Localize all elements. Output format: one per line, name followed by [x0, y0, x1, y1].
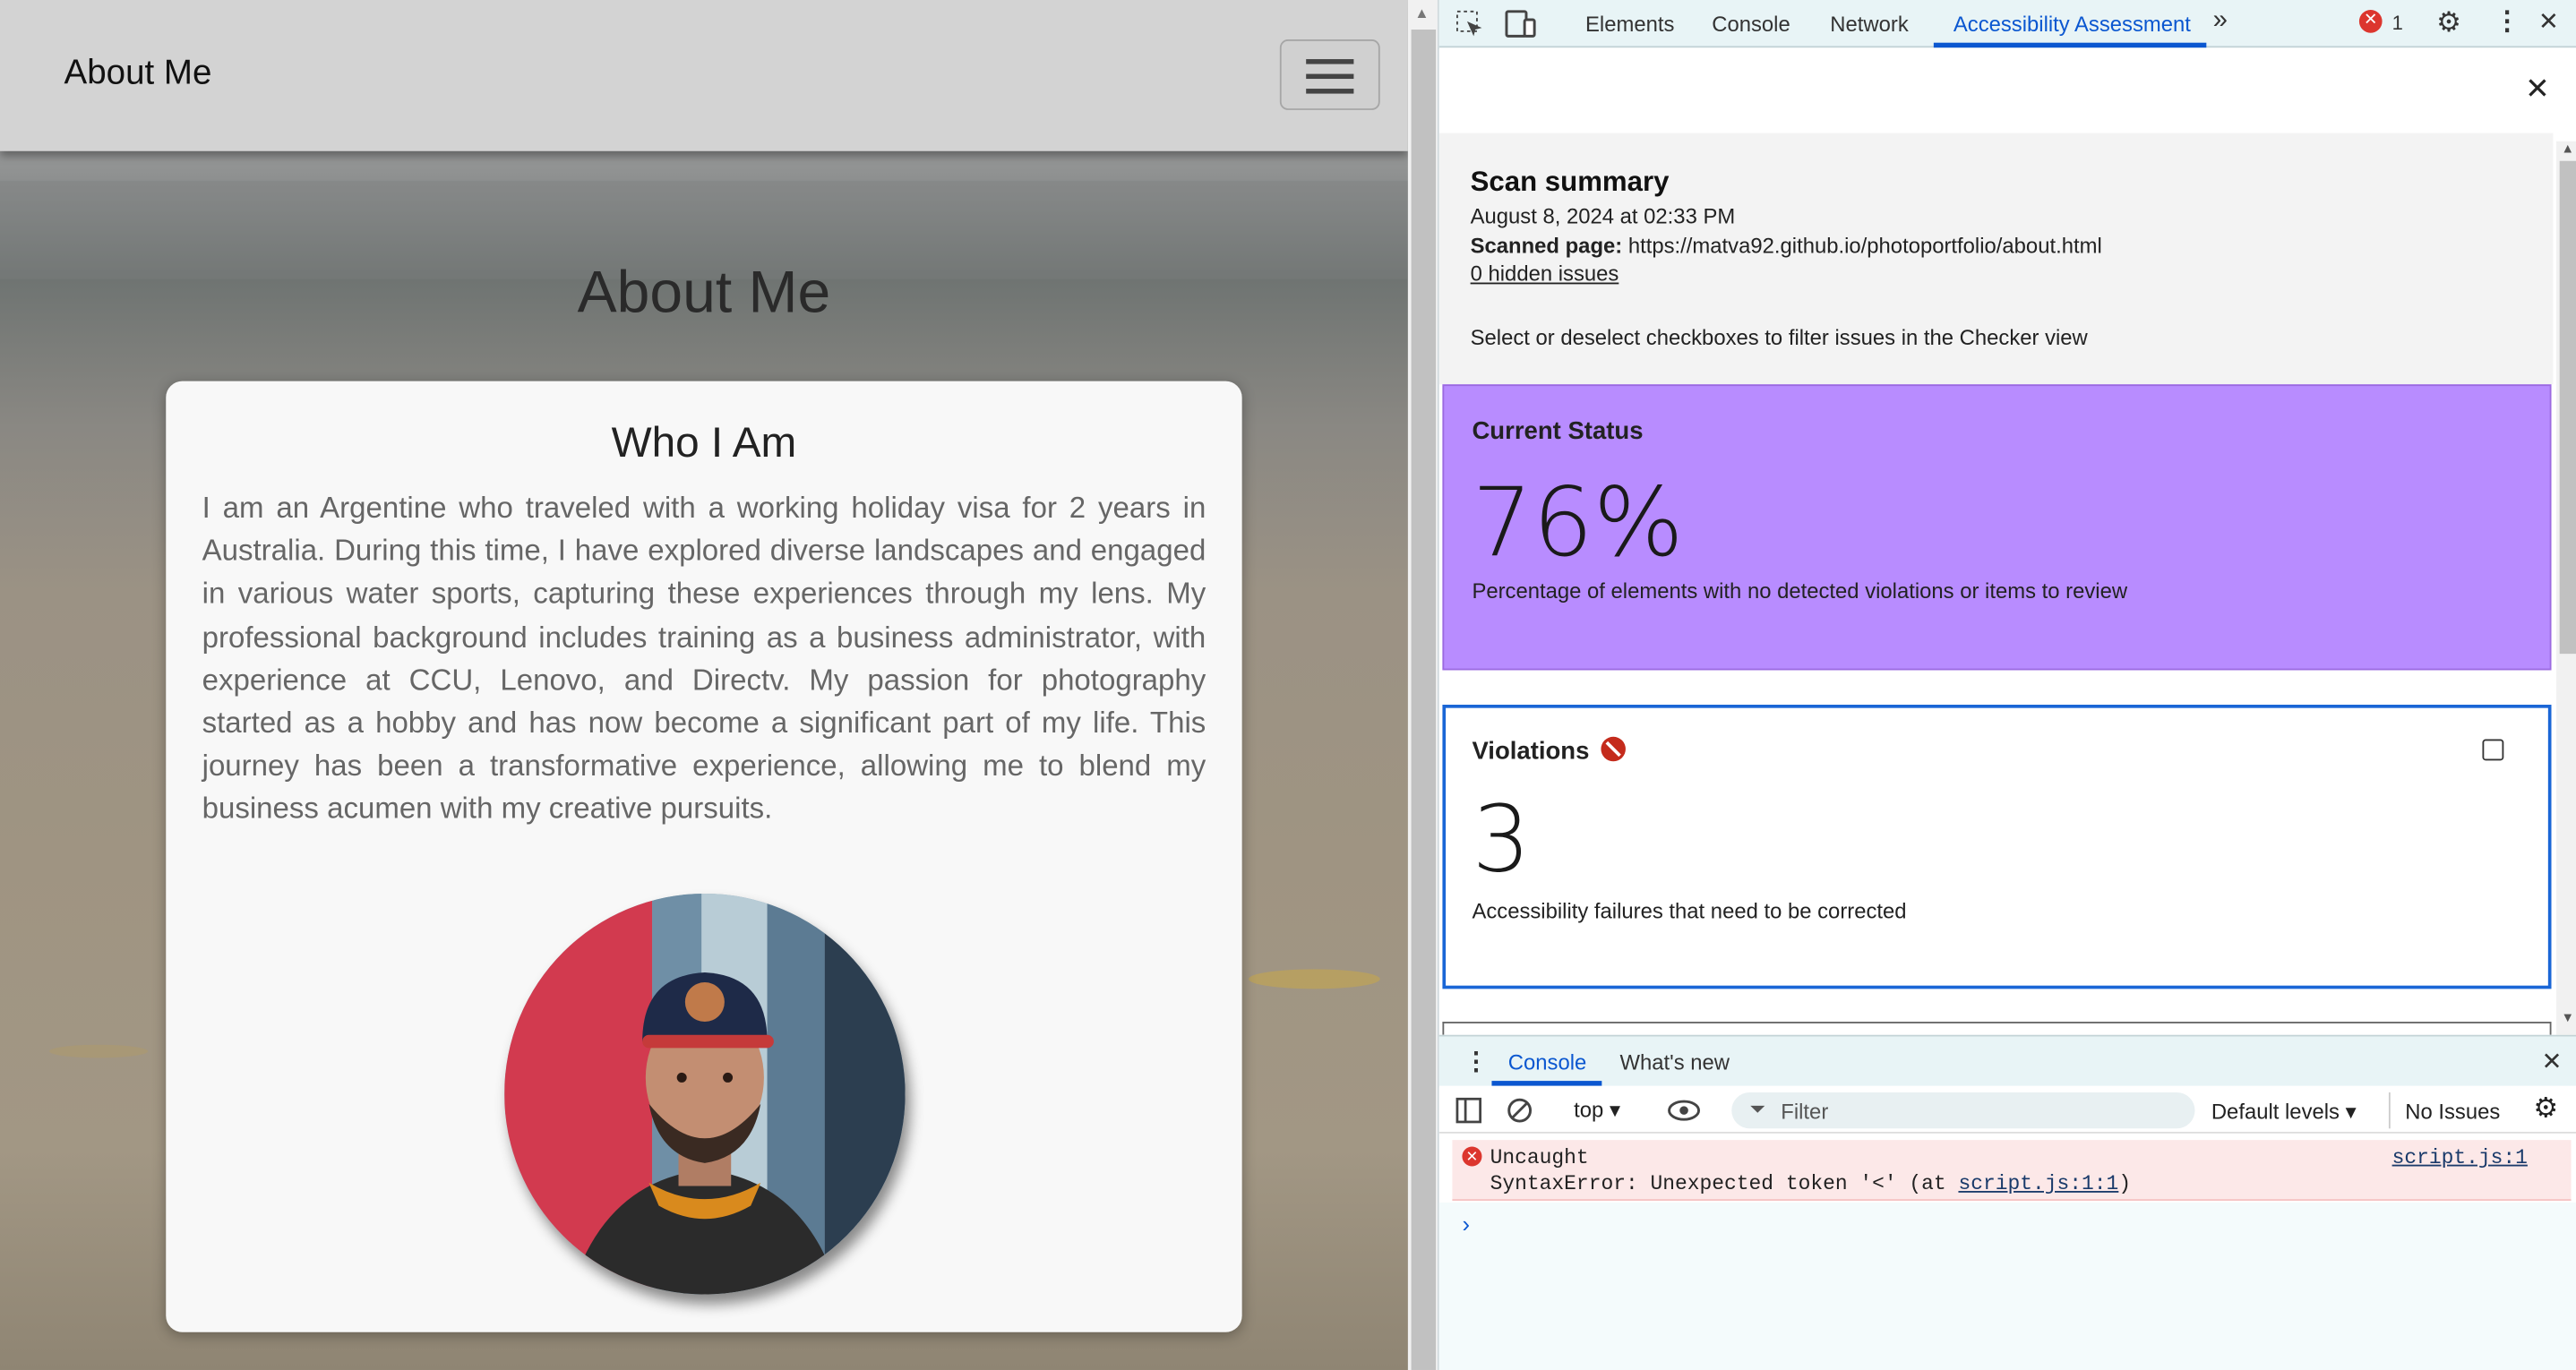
current-status-title: Current Status [1472, 416, 1644, 446]
live-expression-eye-icon[interactable] [1668, 1099, 1701, 1122]
drawer-tabbar: ⋮ Console What's new ✕ [1438, 1036, 2576, 1086]
drawer-menu-icon[interactable]: ⋮ [1464, 1047, 1489, 1075]
panel-scroll-down-icon[interactable]: ▼ [2562, 1010, 2575, 1025]
violations-title: Violations [1472, 737, 1590, 766]
error-detail-text: SyntaxError: Unexpected token '<' (at [1490, 1172, 1959, 1196]
inspect-element-icon[interactable] [1455, 10, 1485, 39]
hamburger-icon [1306, 59, 1354, 64]
drawer-tab-whats-new[interactable]: What's new [1620, 1049, 1730, 1075]
profile-photo [504, 893, 906, 1295]
page-scrollbar-thumb[interactable] [1411, 30, 1437, 1370]
devtools-panel: Elements Console Network Accessibility A… [1437, 0, 2576, 1370]
scanned-page-label: Scanned page: [1470, 233, 1623, 259]
console-prompt-chevron-icon: › [1462, 1211, 1471, 1237]
webpage-viewport: About Me About Me Who I Am I am an Argen… [0, 0, 1408, 1370]
filter-funnel-icon: ⏷ [1749, 1097, 1766, 1121]
navbar-brand[interactable]: About Me [64, 55, 212, 94]
context-selector[interactable]: top ▾ [1574, 1097, 1620, 1123]
active-tab-indicator [1933, 42, 2207, 48]
clear-console-icon[interactable] [1507, 1097, 1533, 1123]
current-status-value: 76% [1472, 466, 1684, 578]
navbar-toggler-button[interactable] [1279, 39, 1380, 110]
tab-elements[interactable]: Elements [1585, 12, 1674, 37]
filter-input[interactable]: ⏷ Filter [1731, 1092, 2195, 1129]
about-card: Who I Am I am an Argentine who traveled … [166, 381, 1242, 1332]
error-icon[interactable]: ✕ [2358, 10, 2383, 33]
violations-value: 3 [1472, 786, 1531, 894]
scan-date: August 8, 2024 at 02:33 PM [1470, 203, 1736, 228]
sidebar-toggle-icon[interactable] [1455, 1097, 1481, 1124]
context-value: top [1574, 1097, 1604, 1122]
hamburger-icon-bar [1306, 89, 1354, 93]
error-line-detail: SyntaxError: Unexpected token '<' (at sc… [1490, 1173, 2132, 1196]
scanned-page-line: Scanned page: https://matva92.github.io/… [1471, 233, 2102, 258]
next-card-edge [1442, 1022, 2552, 1035]
error-source-file-link[interactable]: script.js:1 [2392, 1146, 2528, 1169]
filter-placeholder: Filter [1781, 1099, 1829, 1124]
log-levels-value: Default levels [2211, 1099, 2340, 1124]
violations-card[interactable]: Violations 3 Accessibility failures that… [1442, 705, 2552, 989]
close-devtools-icon[interactable]: ✕ [2538, 6, 2559, 36]
tab-accessibility-assessment[interactable]: Accessibility Assessment [1953, 12, 2191, 37]
violation-blocked-icon [1601, 736, 1626, 762]
panel-scroll-up-icon[interactable]: ▲ [2562, 141, 2575, 157]
filter-hint: Select or deselect checkboxes to filter … [1470, 325, 2088, 350]
panel-scrollbar-thumb[interactable] [2559, 160, 2576, 655]
device-toolbar-icon[interactable] [1505, 10, 1538, 39]
devtools-tabbar: Elements Console Network Accessibility A… [1438, 0, 2576, 48]
drawer-tab-console[interactable]: Console [1508, 1049, 1586, 1075]
error-line-uncaught: Uncaught [1490, 1146, 1589, 1170]
scan-summary-title: Scan summary [1470, 166, 1670, 198]
error-circle-icon: ✕ [1462, 1146, 1482, 1167]
error-count[interactable]: 1 [2392, 12, 2403, 35]
hamburger-icon-bar [1306, 73, 1354, 79]
violations-checkbox[interactable] [2482, 739, 2504, 761]
more-tabs-icon[interactable]: » [2213, 6, 2228, 36]
tab-network[interactable]: Network [1830, 12, 1908, 37]
scroll-up-arrow-icon[interactable]: ▲ [1414, 5, 1429, 21]
log-levels-dropdown[interactable]: Default levels ▾ [2211, 1099, 2357, 1125]
close-drawer-icon[interactable]: ✕ [2542, 1047, 2563, 1075]
card-body-text: I am an Argentine who traveled with a wo… [202, 491, 1206, 826]
console-prompt-area[interactable] [1438, 1202, 2576, 1370]
card-title: Who I Am [611, 416, 797, 467]
navbar: About Me [0, 0, 1408, 151]
console-drawer: ⋮ Console What's new ✕ top ▾ ⏷ Filter De… [1438, 1034, 2576, 1370]
page-title: About Me [577, 258, 831, 326]
toolbar-divider [2388, 1092, 2391, 1129]
settings-gear-icon[interactable]: ⚙ [2436, 6, 2461, 39]
error-source-link[interactable]: script.js:1:1 [1958, 1173, 2118, 1196]
console-settings-gear-icon[interactable]: ⚙ [2533, 1092, 2558, 1126]
more-options-icon[interactable]: ⋮ [2494, 5, 2520, 39]
scanned-page-url: https://matva92.github.io/photoportfolio… [1627, 233, 2102, 259]
console-error-message: ✕ Uncaught SyntaxError: Unexpected token… [1452, 1140, 2572, 1202]
error-detail-suffix: ) [2118, 1172, 2132, 1196]
tab-console[interactable]: Console [1712, 12, 1790, 37]
hidden-issues-link[interactable]: 0 hidden issues [1471, 261, 1619, 287]
current-status-description: Percentage of elements with no detected … [1472, 578, 2128, 604]
drawer-active-tab-indicator [1491, 1081, 1602, 1086]
issues-counter[interactable]: No Issues [2405, 1099, 2500, 1124]
close-icon[interactable]: ✕ [2525, 73, 2550, 107]
current-status-card: Current Status 76% Percentage of element… [1442, 384, 2552, 671]
violations-description: Accessibility failures that need to be c… [1472, 898, 1907, 923]
